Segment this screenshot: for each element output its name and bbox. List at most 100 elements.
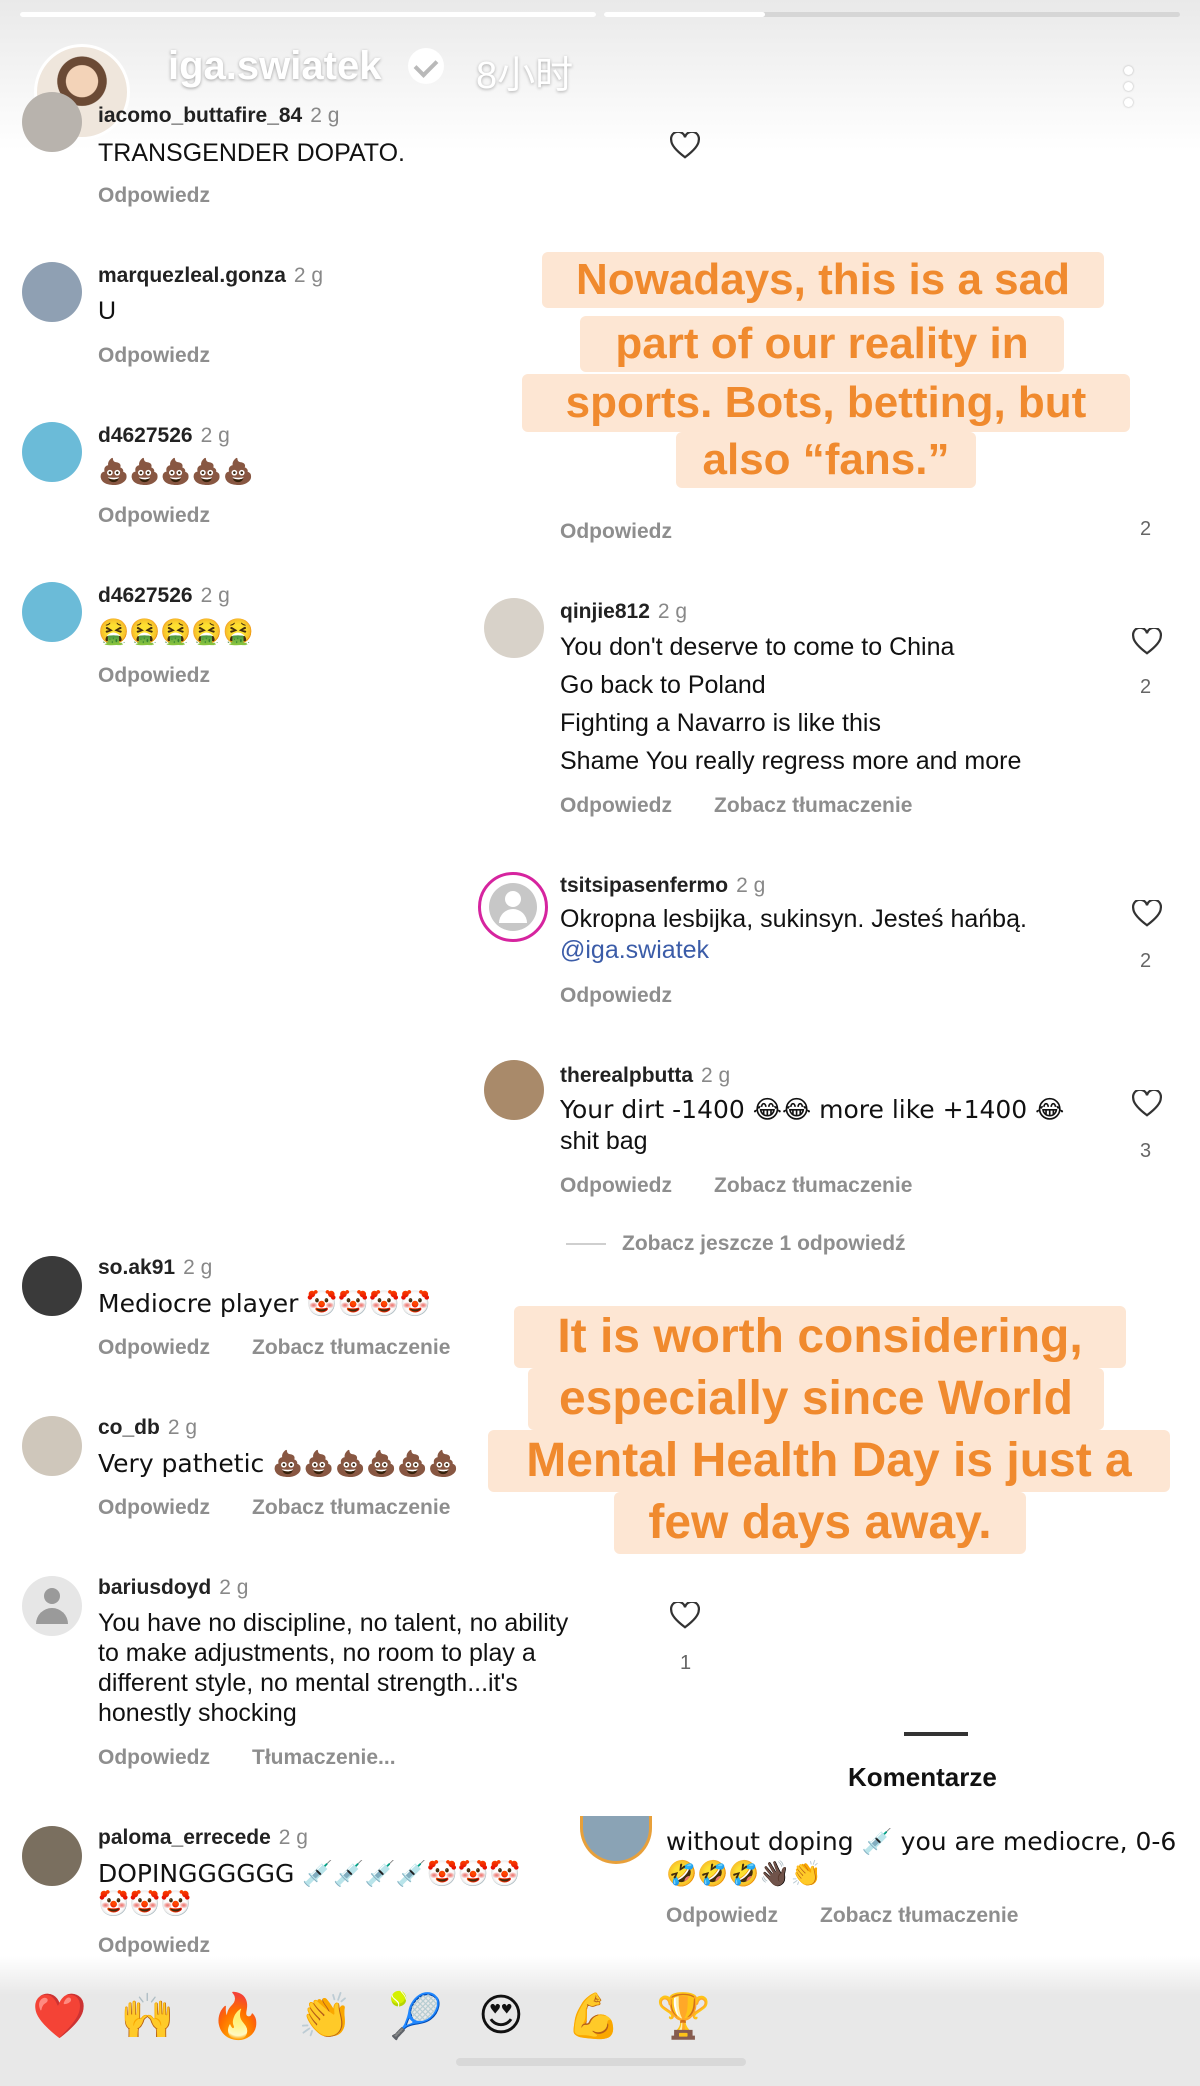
story-progress xyxy=(20,12,1180,18)
reply-button[interactable]: Odpowiedz xyxy=(98,1934,210,1958)
comment-text-line: honestly shocking xyxy=(98,1699,297,1727)
comment-text: U xyxy=(98,297,117,325)
like-count: 2 xyxy=(1140,950,1152,972)
story-time: 8小时 xyxy=(476,55,574,97)
comment-text-line: without doping 💉 you are mediocre, 0-6 xyxy=(666,1827,1177,1856)
like-count: 3 xyxy=(1140,1140,1152,1162)
reply-button[interactable]: Odpowiedz xyxy=(98,664,210,688)
story-username[interactable]: iga.swiatek xyxy=(168,44,381,89)
reaction-trophy-icon[interactable]: 🏆 xyxy=(656,1990,711,2042)
comment-text-line: You don't deserve to come to China xyxy=(560,633,955,661)
overlay-text-line: sports. Bots, betting, but xyxy=(522,374,1130,432)
progress-segment-2 xyxy=(604,12,1180,17)
comment-text-line: Shame You really regress more and more xyxy=(560,747,1022,775)
more-options-icon[interactable] xyxy=(1122,66,1134,116)
see-translation-button[interactable]: Zobacz tłumaczenie xyxy=(252,1336,450,1360)
reaction-raised-hands-icon[interactable]: 🙌 xyxy=(120,1990,175,2042)
overlay-text-line: few days away. xyxy=(614,1492,1026,1554)
comment-username[interactable]: co_db 2 g xyxy=(98,1416,197,1440)
avatar[interactable] xyxy=(22,1256,82,1316)
comment-username[interactable]: so.ak91 2 g xyxy=(98,1256,212,1280)
avatar[interactable] xyxy=(22,1826,82,1886)
comment-text: TRANSGENDER DOPATO. xyxy=(98,139,405,167)
comment-text: 💩💩💩💩💩 xyxy=(98,457,254,486)
reply-button[interactable]: Odpowiedz xyxy=(560,1174,672,1198)
comment-username[interactable]: d4627526 2 g xyxy=(98,424,230,448)
comments-panel-title: Komentarze xyxy=(848,1762,997,1792)
progress-segment-1 xyxy=(20,12,596,17)
reaction-heart-icon[interactable]: ❤️ xyxy=(32,1990,87,2042)
like-heart-icon[interactable] xyxy=(1132,1090,1162,1118)
see-translation-button[interactable]: Zobacz tłumaczenie xyxy=(820,1904,1018,1928)
see-translation-button[interactable]: Zobacz tłumaczenie xyxy=(714,794,912,818)
reply-button[interactable]: Odpowiedz xyxy=(98,504,210,528)
see-translation-button[interactable]: Zobacz tłumaczenie xyxy=(714,1174,912,1198)
divider xyxy=(566,1243,606,1245)
comment-text-line: Go back to Poland xyxy=(560,671,766,699)
see-translation-button[interactable]: Tłumaczenie... xyxy=(252,1746,396,1770)
comment-text: Mediocre player 🤡🤡🤡🤡 xyxy=(98,1289,431,1318)
overlay-text-line: especially since World xyxy=(528,1368,1104,1430)
reaction-fire-icon[interactable]: 🔥 xyxy=(210,1990,265,2042)
comment-text-line: You have no discipline, no talent, no ab… xyxy=(98,1609,569,1637)
like-count: 2 xyxy=(1140,676,1152,698)
like-heart-icon[interactable] xyxy=(670,1602,700,1630)
mention-link[interactable]: @iga.swiatek xyxy=(560,935,709,966)
see-translation-button[interactable]: Zobacz tłumaczenie xyxy=(252,1496,450,1520)
comment-username[interactable]: iacomo_buttafire_84 2 g xyxy=(98,104,339,128)
avatar[interactable] xyxy=(22,422,82,482)
comment-text: 🤮🤮🤮🤮🤮 xyxy=(98,617,254,646)
like-count: 1 xyxy=(680,1652,692,1674)
avatar[interactable] xyxy=(22,92,82,152)
avatar[interactable] xyxy=(478,872,548,942)
comment-text-line: Fighting a Navarro is like this xyxy=(560,709,881,737)
comment-username[interactable]: paloma_errecede 2 g xyxy=(98,1826,308,1850)
reply-button[interactable]: Odpowiedz xyxy=(560,984,672,1008)
comment-text-line: shit bag xyxy=(560,1127,648,1155)
comment-text-line: 🤣🤣🤣👋🏿👏 xyxy=(666,1859,822,1888)
reply-button[interactable]: Odpowiedz xyxy=(560,520,672,544)
like-count: 2 xyxy=(1140,518,1152,540)
overlay-text-line: Nowadays, this is a sad xyxy=(542,252,1104,308)
avatar[interactable] xyxy=(22,1416,82,1476)
comment-text-line: to make adjustments, no room to play a xyxy=(98,1639,536,1667)
overlay-text-line: part of our reality in xyxy=(580,316,1064,372)
overlay-text-line: also “fans.” xyxy=(676,432,976,488)
comment-text-line: 🤡🤡🤡 xyxy=(98,1889,192,1918)
verified-badge-icon xyxy=(408,48,444,84)
comment-username[interactable]: marquezleal.gonza 2 g xyxy=(98,264,323,288)
reply-button[interactable]: Odpowiedz xyxy=(98,184,210,208)
reaction-clapping-icon[interactable]: 👏 xyxy=(298,1990,353,2042)
comment-text-line: Your dirt -1400 😂😂 more like +1400 😂 xyxy=(560,1095,1065,1124)
avatar[interactable] xyxy=(484,598,544,658)
reply-button[interactable]: Odpowiedz xyxy=(98,344,210,368)
comment-text-line: different style, no mental strength...it… xyxy=(98,1669,518,1697)
reply-button[interactable]: Odpowiedz xyxy=(666,1904,778,1928)
reaction-heart-eyes-icon[interactable]: 😍 xyxy=(478,1990,524,2041)
comment-text-line: DOPINGGGGGG 💉💉💉💉🤡🤡🤡 xyxy=(98,1859,521,1888)
reaction-tennis-icon[interactable]: 🎾 xyxy=(388,1990,443,2042)
reply-button[interactable]: Odpowiedz xyxy=(98,1746,210,1770)
avatar[interactable] xyxy=(22,582,82,642)
avatar[interactable] xyxy=(22,1576,82,1636)
drag-handle[interactable] xyxy=(904,1732,968,1736)
overlay-text-line: It is worth considering, xyxy=(514,1306,1126,1368)
reply-button[interactable]: Odpowiedz xyxy=(560,794,672,818)
comment-username[interactable]: qinjie812 2 g xyxy=(560,600,687,624)
reply-button[interactable]: Odpowiedz xyxy=(98,1336,210,1360)
comment-username[interactable]: therealpbutta 2 g xyxy=(560,1064,730,1088)
avatar[interactable] xyxy=(484,1060,544,1120)
home-indicator xyxy=(456,2058,746,2066)
reaction-flexed-biceps-icon[interactable]: 💪 xyxy=(566,1990,621,2042)
comment-username[interactable]: bariusdoyd 2 g xyxy=(98,1576,248,1600)
view-more-replies-button[interactable]: Zobacz jeszcze 1 odpowiedź xyxy=(622,1232,906,1256)
avatar[interactable] xyxy=(580,1816,652,1864)
like-heart-icon[interactable] xyxy=(1132,900,1162,928)
like-heart-icon[interactable] xyxy=(1132,628,1162,656)
avatar[interactable] xyxy=(22,262,82,322)
comment-username[interactable]: d4627526 2 g xyxy=(98,584,230,608)
like-heart-icon[interactable] xyxy=(670,132,700,160)
reply-button[interactable]: Odpowiedz xyxy=(98,1496,210,1520)
comment-text: Very pathetic 💩💩💩💩💩💩 xyxy=(98,1449,459,1478)
comment-username[interactable]: tsitsipasenfermo 2 g xyxy=(560,874,765,898)
